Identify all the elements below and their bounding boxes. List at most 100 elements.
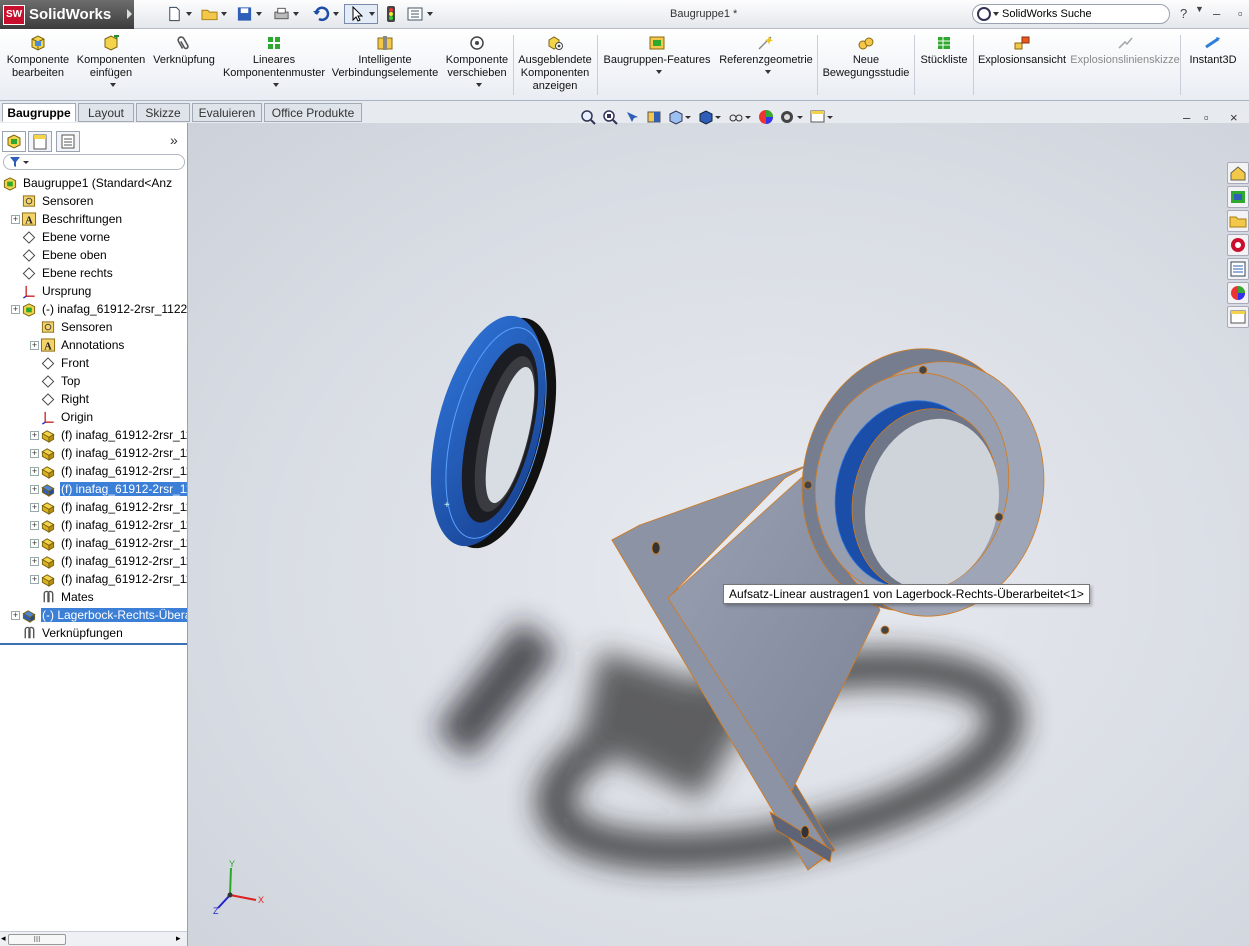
previous-view-icon[interactable] bbox=[624, 109, 640, 125]
scroll-left-icon[interactable]: ◂ bbox=[1, 933, 6, 944]
task-pane-file-explorer-tab[interactable] bbox=[1227, 210, 1249, 232]
tree-item[interactable]: Front bbox=[40, 354, 90, 372]
apply-scene-icon[interactable] bbox=[780, 109, 804, 125]
tree-item[interactable]: Origin bbox=[40, 408, 94, 426]
tree-expand-icon[interactable]: + bbox=[30, 521, 39, 530]
new-document-button[interactable] bbox=[166, 4, 192, 24]
tree-item[interactable]: Top bbox=[40, 372, 81, 390]
tree-expand-icon[interactable]: + bbox=[30, 575, 39, 584]
tree-item[interactable]: Right bbox=[40, 390, 90, 408]
tree-item[interactable]: (f) inafag_61912-2rsr_11222 bbox=[40, 480, 187, 498]
viewport-restore-button[interactable]: ▫ bbox=[1204, 110, 1209, 125]
tree-item[interactable]: Ebene vorne bbox=[21, 228, 111, 246]
configuration-manager-tab[interactable] bbox=[56, 131, 80, 152]
scrollbar-thumb[interactable]: III bbox=[8, 934, 66, 945]
tree-item[interactable]: Ursprung bbox=[21, 282, 92, 300]
tree-item[interactable]: Mates bbox=[40, 588, 95, 606]
tree-item[interactable]: Ebene rechts bbox=[21, 264, 114, 282]
view-orientation-icon[interactable] bbox=[668, 109, 692, 125]
bill-of-materials-button[interactable]: Stückliste bbox=[917, 31, 971, 99]
linear-pattern-dropdown-icon[interactable] bbox=[272, 83, 279, 87]
tab-office-produkte[interactable]: Office Produkte bbox=[264, 103, 362, 122]
tree-expand-icon[interactable]: + bbox=[30, 503, 39, 512]
help-button[interactable]: ? bbox=[1180, 6, 1187, 21]
assembly-features-dropdown-icon[interactable] bbox=[655, 70, 662, 74]
restore-button[interactable]: ▫ bbox=[1238, 6, 1243, 21]
panel-expand-icon[interactable]: » bbox=[170, 132, 178, 148]
smart-fasteners-button[interactable]: Intelligente Verbindungselemente bbox=[330, 31, 440, 99]
display-style-icon[interactable] bbox=[698, 109, 722, 125]
tree-filter-input[interactable] bbox=[3, 154, 185, 170]
tab-skizze[interactable]: Skizze bbox=[136, 103, 190, 122]
tree-expand-icon[interactable]: + bbox=[11, 215, 20, 224]
feature-manager-tab[interactable] bbox=[2, 131, 26, 152]
tree-item[interactable]: Sensoren bbox=[40, 318, 113, 336]
tree-expand-icon[interactable]: + bbox=[30, 539, 39, 548]
new-motion-study-button[interactable]: Neue Bewegungsstudie bbox=[820, 31, 912, 99]
show-hidden-components-button[interactable]: Ausgeblendete Komponenten anzeigen bbox=[515, 31, 595, 99]
task-pane-custom-properties-tab[interactable] bbox=[1227, 306, 1249, 328]
tree-item[interactable]: (-) inafag_61912-2rsr_11222 bbox=[21, 300, 187, 318]
tree-expand-icon[interactable]: + bbox=[30, 467, 39, 476]
tree-item[interactable]: (f) inafag_61912-2rsr_11222 bbox=[40, 462, 187, 480]
graphics-area[interactable]: + Y X Z bbox=[188, 123, 1249, 946]
tab-evaluieren[interactable]: Evaluieren bbox=[192, 103, 262, 122]
tree-expand-icon[interactable]: + bbox=[30, 449, 39, 458]
tree-item[interactable]: A Annotations bbox=[40, 336, 125, 354]
rebuild-button[interactable] bbox=[382, 4, 400, 24]
insert-components-button[interactable]: Komponenten einfügen bbox=[75, 31, 147, 99]
tree-expand-icon[interactable]: + bbox=[11, 611, 20, 620]
tree-item[interactable]: (f) inafag_61912-2rsr_11222 bbox=[40, 444, 187, 462]
tree-expand-icon[interactable]: + bbox=[30, 485, 39, 494]
horizontal-scrollbar[interactable]: ◂ III ▸ bbox=[0, 931, 187, 946]
view-settings-icon[interactable] bbox=[810, 109, 834, 125]
save-button[interactable] bbox=[236, 4, 262, 24]
tree-item[interactable]: (f) inafag_61912-2rsr_11222 bbox=[40, 534, 187, 552]
tab-baugruppe[interactable]: Baugruppe bbox=[2, 103, 76, 122]
edit-component-button[interactable]: Komponente bearbeiten bbox=[2, 31, 74, 99]
reference-geometry-dropdown-icon[interactable] bbox=[764, 70, 771, 74]
viewport-minimize-button[interactable]: – bbox=[1183, 110, 1190, 125]
open-button[interactable] bbox=[201, 4, 227, 24]
hide-show-items-icon[interactable] bbox=[728, 109, 752, 125]
zoom-to-area-icon[interactable] bbox=[602, 109, 618, 125]
tree-item[interactable]: Verknüpfungen bbox=[21, 624, 124, 642]
task-pane-design-library-tab[interactable] bbox=[1227, 186, 1249, 208]
viewport-close-button[interactable]: × bbox=[1230, 110, 1238, 125]
select-button[interactable] bbox=[344, 4, 378, 24]
solidworks-menu-button[interactable]: SW SolidWorks bbox=[0, 0, 134, 29]
scroll-right-icon[interactable]: ▸ bbox=[176, 933, 181, 944]
instant3d-button[interactable]: Instant3D bbox=[1183, 31, 1243, 99]
linear-component-pattern-button[interactable]: Lineares Komponentenmuster bbox=[222, 31, 326, 99]
exploded-view-button[interactable]: Explosionsansicht bbox=[976, 31, 1068, 99]
tree-item[interactable]: A Beschriftungen bbox=[21, 210, 123, 228]
tree-expand-icon[interactable]: + bbox=[30, 557, 39, 566]
move-component-button[interactable]: Komponente verschieben bbox=[442, 31, 512, 99]
tree-item[interactable]: Sensoren bbox=[21, 192, 94, 210]
tree-item[interactable]: (f) inafag_61912-2rsr_11222 bbox=[40, 498, 187, 516]
tree-item[interactable]: (f) inafag_61912-2rsr_11222 bbox=[40, 516, 187, 534]
property-manager-tab[interactable] bbox=[28, 131, 52, 152]
search-box[interactable]: SolidWorks Suche bbox=[972, 4, 1170, 24]
edit-appearance-icon[interactable] bbox=[758, 109, 774, 125]
mate-button[interactable]: Verknüpfung bbox=[150, 31, 218, 99]
help-dropdown-icon[interactable]: ▼ bbox=[1195, 4, 1204, 14]
options-button[interactable] bbox=[404, 4, 434, 24]
tree-item[interactable]: (-) Lagerbock-Rechts-Überarbeitet bbox=[21, 606, 187, 624]
insert-components-dropdown-icon[interactable] bbox=[109, 83, 116, 87]
task-pane-search-tab[interactable] bbox=[1227, 234, 1249, 256]
zoom-to-fit-icon[interactable] bbox=[580, 109, 596, 125]
tab-layout[interactable]: Layout bbox=[78, 103, 134, 122]
task-pane-view-palette-tab[interactable] bbox=[1227, 258, 1249, 280]
task-pane-appearances-tab[interactable] bbox=[1227, 282, 1249, 304]
tree-expand-icon[interactable]: + bbox=[30, 341, 39, 350]
explode-line-sketch-button[interactable]: Explosionslinienskizze bbox=[1070, 31, 1180, 99]
tree-item[interactable]: (f) inafag_61912-2rsr_11222 bbox=[40, 426, 187, 444]
move-component-dropdown-icon[interactable] bbox=[475, 83, 482, 87]
tree-expand-icon[interactable]: + bbox=[30, 431, 39, 440]
tree-item[interactable]: (f) inafag_61912-2rsr_11222 bbox=[40, 552, 187, 570]
reference-geometry-button[interactable]: Referenzgeometrie bbox=[716, 31, 816, 99]
section-view-icon[interactable] bbox=[646, 109, 662, 125]
undo-button[interactable] bbox=[309, 4, 341, 24]
tree-expand-icon[interactable]: + bbox=[11, 305, 20, 314]
